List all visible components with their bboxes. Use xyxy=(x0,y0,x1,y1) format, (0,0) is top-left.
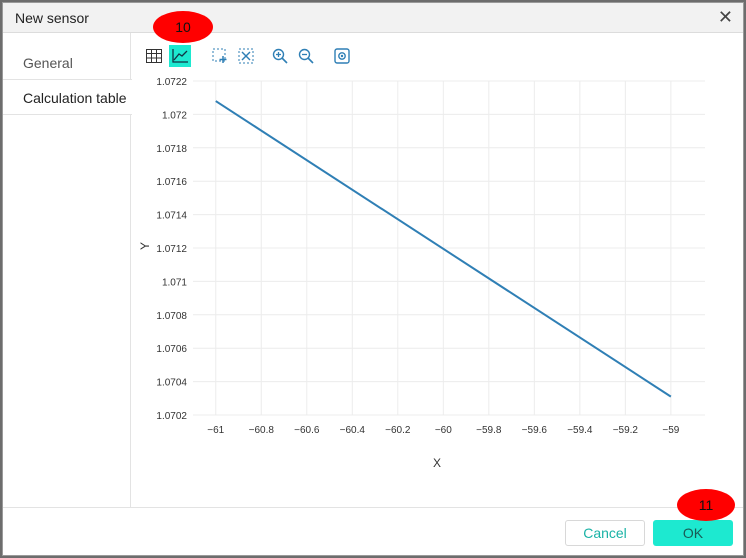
sidebar-item-general[interactable]: General xyxy=(3,45,131,81)
y-tick-label: 1.0712 xyxy=(156,244,187,255)
title-bar: New sensor ✕ xyxy=(3,3,743,33)
zoom-reset-icon xyxy=(238,48,254,64)
x-tick-label: −60.8 xyxy=(249,425,275,436)
x-tick-label: −60.6 xyxy=(294,425,320,436)
zoom-in-button[interactable] xyxy=(269,45,291,67)
y-tick-label: 1.0702 xyxy=(156,411,187,422)
ok-button[interactable]: OK xyxy=(653,520,733,546)
x-tick-label: −60.4 xyxy=(340,425,366,436)
y-tick-label: 1.072 xyxy=(162,110,187,121)
x-tick-label: −60.2 xyxy=(385,425,411,436)
y-tick-label: 1.071 xyxy=(162,277,187,288)
zoom-select-icon xyxy=(212,48,227,63)
y-tick-label: 1.0722 xyxy=(156,77,187,88)
y-tick-label: 1.0714 xyxy=(156,211,187,222)
screenshot-button[interactable] xyxy=(331,45,353,67)
chart-view-button[interactable] xyxy=(169,45,191,67)
zoom-in-icon xyxy=(272,48,288,64)
zoom-select-button[interactable] xyxy=(209,45,231,67)
sidebar-item-label: General xyxy=(23,55,73,71)
y-axis-label: Y xyxy=(138,242,152,250)
cancel-button[interactable]: Cancel xyxy=(565,520,645,546)
zoom-reset-button[interactable] xyxy=(235,45,257,67)
x-tick-label: −59 xyxy=(662,425,679,436)
annotation-marker-10: 10 xyxy=(153,11,213,43)
table-view-button[interactable] xyxy=(143,45,165,67)
sidebar-item-calculation-table[interactable]: Calculation table xyxy=(3,79,132,115)
line-chart-icon xyxy=(172,49,188,63)
x-tick-label: −59.6 xyxy=(522,425,548,436)
sidebar: General Calculation table xyxy=(3,33,132,507)
table-icon xyxy=(146,49,162,63)
y-tick-label: 1.0708 xyxy=(156,311,187,322)
x-tick-label: −61 xyxy=(207,425,224,436)
x-tick-label: −60 xyxy=(435,425,452,436)
y-tick-label: 1.0718 xyxy=(156,144,187,155)
y-tick-label: 1.0706 xyxy=(156,344,187,355)
close-icon[interactable]: ✕ xyxy=(718,7,733,27)
y-tick-label: 1.0716 xyxy=(156,177,187,188)
x-tick-label: −59.4 xyxy=(567,425,593,436)
annotation-marker-11: 11 xyxy=(677,489,735,521)
zoom-out-button[interactable] xyxy=(295,45,317,67)
y-tick-label: 1.0704 xyxy=(156,378,187,389)
zoom-out-icon xyxy=(298,48,314,64)
x-axis-label: X xyxy=(433,456,441,470)
new-sensor-dialog: New sensor ✕ General Calculation table −… xyxy=(2,2,744,556)
sidebar-item-label: Calculation table xyxy=(23,90,127,106)
dialog-footer: Cancel OK xyxy=(3,507,743,555)
dialog-title: New sensor xyxy=(15,10,89,26)
screenshot-icon xyxy=(334,48,350,64)
line-chart: −61 −60.8 −60.6 −60.4 −60.2 −60 −59.8 −59.6 −59.… xyxy=(138,77,705,470)
x-tick-label: −59.2 xyxy=(613,425,639,436)
x-tick-label: −59.8 xyxy=(476,425,502,436)
